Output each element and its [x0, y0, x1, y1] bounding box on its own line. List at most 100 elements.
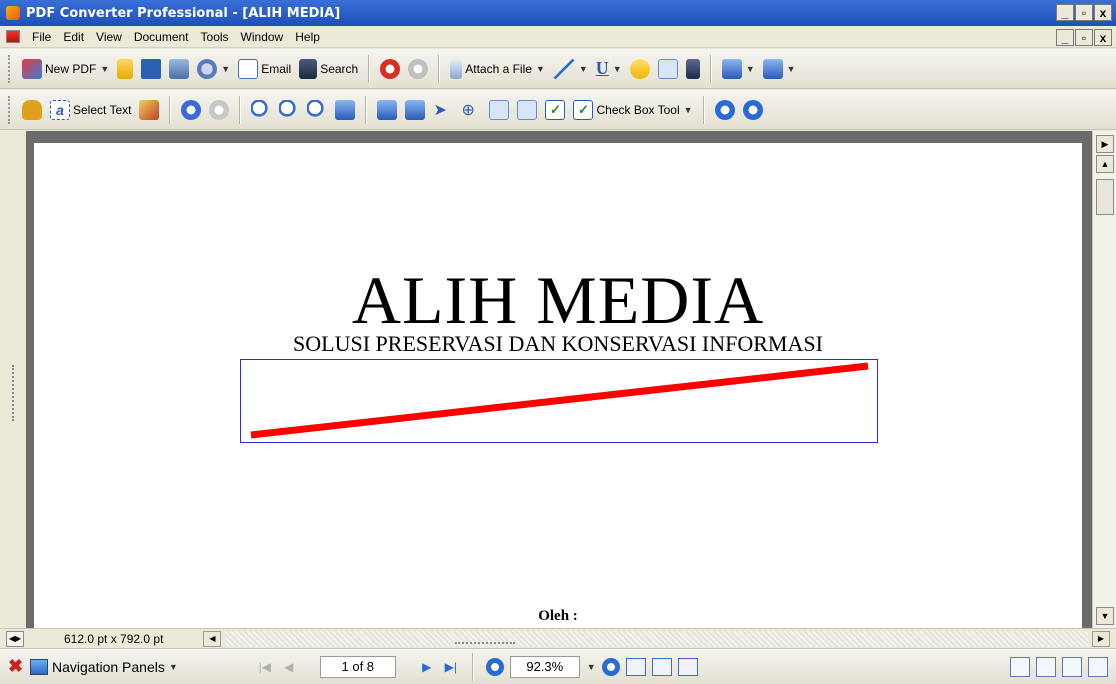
stop-button[interactable] [376, 55, 404, 83]
chevron-down-icon[interactable]: ▼ [613, 64, 622, 74]
last-page-icon[interactable]: ▶| [442, 660, 460, 674]
chevron-down-icon[interactable]: ▼ [579, 64, 588, 74]
menu-help[interactable]: Help [289, 30, 326, 44]
menu-edit[interactable]: Edit [57, 30, 90, 44]
close-button[interactable]: x [1094, 4, 1112, 21]
zoom-in-button[interactable] [247, 96, 275, 124]
single-page-icon[interactable] [1010, 656, 1030, 677]
menu-file[interactable]: File [26, 30, 57, 44]
panel-resize-handle[interactable] [12, 365, 14, 421]
main-toolbar: New PDF ▼ ▼ Email Search Attach a File ▼ [0, 49, 1116, 89]
underline-tool-button[interactable]: U ▼ [592, 55, 626, 83]
menu-window[interactable]: Window [235, 30, 290, 44]
select-text-button[interactable]: a Select Text [46, 96, 135, 124]
chevron-down-icon[interactable]: ▼ [100, 64, 109, 74]
toolbar-grip[interactable] [8, 95, 12, 124]
select-object-button[interactable] [373, 96, 401, 124]
resize-grip[interactable] [455, 641, 516, 644]
note-tool-button[interactable] [626, 55, 654, 83]
scroll-left-button[interactable]: ◀ [203, 630, 222, 647]
form-field-button[interactable] [513, 96, 541, 124]
undo-button[interactable] [739, 96, 767, 124]
forward-button[interactable] [205, 96, 233, 124]
fit-page-icon[interactable] [651, 657, 672, 676]
fit-button[interactable] [331, 96, 359, 124]
snapshot-button[interactable] [135, 96, 163, 124]
stamp-tool-button[interactable] [682, 55, 704, 83]
page-number-field[interactable]: 1 of 8 [319, 655, 396, 678]
form-field-icon [517, 99, 538, 120]
document-icon[interactable] [6, 30, 20, 43]
chevron-down-icon[interactable]: ▼ [787, 64, 796, 74]
new-pdf-button[interactable]: New PDF ▼ [18, 55, 113, 83]
pdf-page[interactable]: ALIH MEDIA SOLUSI PRESERVASI DAN KONSERV… [34, 143, 1082, 628]
chevron-down-icon[interactable]: ▼ [684, 105, 693, 115]
hand-tool-button[interactable] [18, 96, 46, 124]
link-button[interactable]: ⊕ [457, 96, 485, 124]
image-button[interactable]: ▼ [759, 55, 800, 83]
toolbar-separator [239, 95, 242, 124]
vertical-scrollbar[interactable]: ▶ ▲ ▼ [1092, 131, 1116, 628]
menu-view[interactable]: View [90, 30, 128, 44]
continuous-facing-icon[interactable] [1088, 656, 1108, 677]
line-tool-button[interactable]: ▼ [549, 55, 592, 83]
attach-file-button[interactable]: Attach a File ▼ [446, 55, 549, 83]
doc-minimize-button[interactable]: _ [1056, 29, 1074, 46]
doc-restore-button[interactable]: ▫ [1075, 29, 1093, 46]
back-button[interactable] [177, 96, 205, 124]
textbox-tool-button[interactable] [654, 55, 682, 83]
zoom-level-field[interactable]: 92.3% [509, 655, 580, 678]
check-box-tool-button[interactable]: ✓ Check Box Tool ▼ [569, 96, 696, 124]
maximize-button[interactable]: ▫ [1075, 4, 1093, 21]
pointer-button[interactable]: ➤ [429, 96, 457, 124]
horizontal-scroll-track[interactable] [225, 630, 1088, 647]
next-page-arrow-icon[interactable]: ▶ [1096, 135, 1114, 153]
panel-button[interactable]: ▼ [718, 55, 759, 83]
line-annotation-box[interactable] [240, 359, 878, 443]
fit-width-icon[interactable] [677, 657, 698, 676]
rotate-button[interactable] [711, 96, 739, 124]
menu-document[interactable]: Document [128, 30, 195, 44]
doc-close-button[interactable]: x [1094, 29, 1112, 46]
select-text-label: Select Text [73, 102, 132, 117]
split-view-icon[interactable]: ◀▶ [6, 630, 24, 647]
zoom-out-icon[interactable] [485, 657, 504, 676]
crop-button[interactable] [485, 96, 513, 124]
document-viewer[interactable]: ALIH MEDIA SOLUSI PRESERVASI DAN KONSERV… [26, 131, 1092, 628]
search-button[interactable]: Search [295, 55, 362, 83]
email-label: Email [261, 61, 292, 76]
continuous-page-icon[interactable] [1036, 656, 1056, 677]
zoom-out-button[interactable] [275, 96, 303, 124]
scroll-thumb[interactable] [1096, 179, 1114, 215]
signature-button[interactable]: ✓ [541, 96, 569, 124]
email-button[interactable]: Email [234, 55, 295, 83]
chevron-down-icon[interactable]: ▼ [587, 662, 596, 672]
scroll-up-button[interactable]: ▲ [1096, 155, 1114, 173]
disabled-button[interactable] [404, 55, 432, 83]
chevron-down-icon[interactable]: ▼ [221, 64, 230, 74]
open-button[interactable] [113, 55, 137, 83]
navigation-panels-button[interactable]: Navigation Panels [52, 659, 165, 675]
close-panel-icon[interactable]: ✖ [8, 656, 30, 677]
save-button[interactable] [137, 55, 165, 83]
chevron-down-icon[interactable]: ▼ [746, 64, 755, 74]
chevron-down-icon[interactable]: ▼ [536, 64, 545, 74]
scroll-right-button[interactable]: ▶ [1092, 630, 1110, 647]
first-page-icon[interactable]: |◀ [256, 660, 274, 674]
print-button[interactable] [165, 55, 193, 83]
toolbar-separator [365, 95, 368, 124]
zoom-tool-button[interactable] [303, 96, 331, 124]
facing-pages-icon[interactable] [1062, 656, 1082, 677]
scroll-down-button[interactable]: ▼ [1096, 607, 1114, 625]
zoom-in-icon[interactable] [601, 657, 620, 676]
save-icon [141, 58, 162, 79]
chevron-down-icon[interactable]: ▼ [169, 662, 178, 672]
minimize-button[interactable]: _ [1056, 4, 1074, 21]
menu-tools[interactable]: Tools [195, 30, 235, 44]
mail-button[interactable]: ▼ [193, 55, 234, 83]
edit-object-button[interactable] [401, 96, 429, 124]
previous-page-icon[interactable]: ◀ [280, 660, 298, 674]
actual-size-icon[interactable] [625, 657, 646, 676]
toolbar-grip[interactable] [8, 54, 12, 83]
next-page-icon[interactable]: ▶ [418, 660, 436, 674]
